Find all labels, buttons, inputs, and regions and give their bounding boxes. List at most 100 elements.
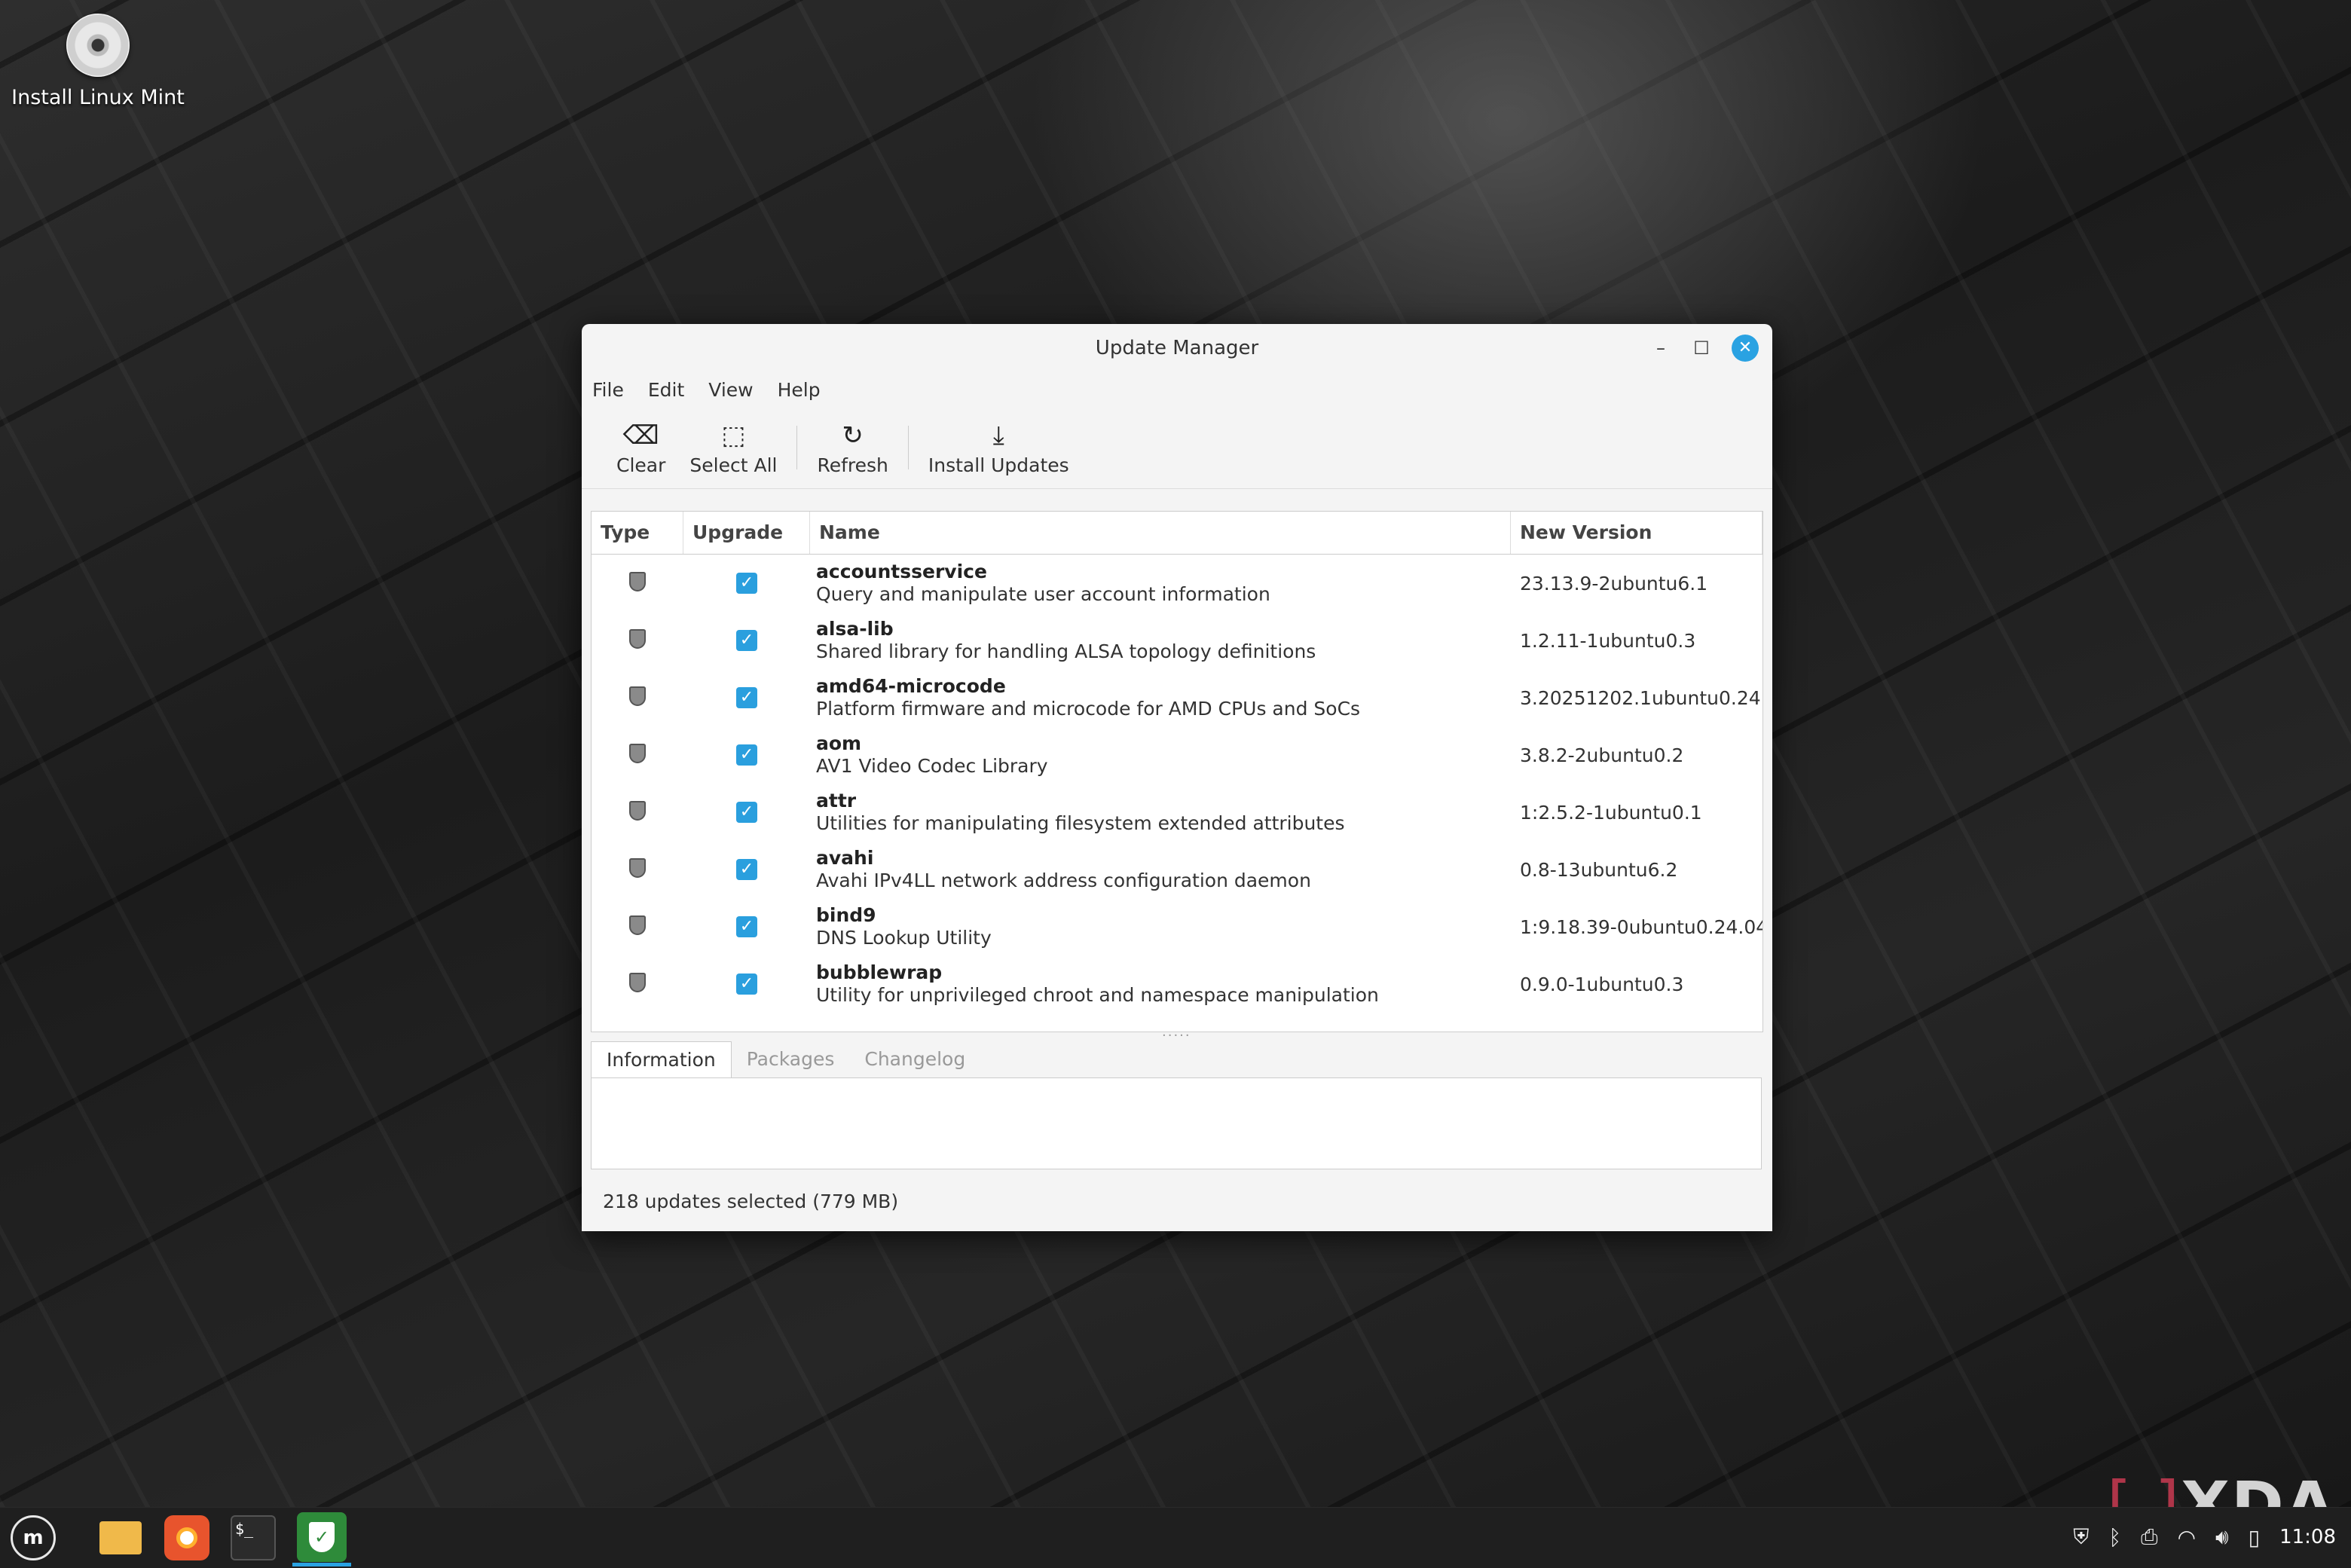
refresh-icon: ↻ — [842, 420, 864, 451]
clear-label: Clear — [616, 454, 666, 476]
package-name: bubblewrap — [816, 961, 943, 983]
upgrade-checkbox[interactable]: ✓ — [736, 859, 757, 880]
disc-icon — [66, 14, 130, 77]
download-icon: ⤓ — [992, 420, 1004, 451]
security-update-icon — [629, 686, 646, 706]
toolbar: ⌫ Clear ⬚ Select All ↻ Refresh ⤓ Install… — [582, 407, 1772, 489]
table-row[interactable]: ✓ amd64-microcode Platform firmware and … — [592, 669, 1762, 726]
package-name: attr — [816, 790, 857, 812]
package-version: 0.9.0-1ubuntu0.3 — [1520, 973, 1684, 995]
column-header-name[interactable]: Name — [810, 512, 1511, 554]
table-row[interactable]: ✓ alsa-lib Shared library for handling A… — [592, 612, 1762, 669]
clear-icon: ⌫ — [622, 420, 659, 451]
battery-icon[interactable]: ▯ — [2249, 1525, 2260, 1550]
package-name: amd64-microcode — [816, 675, 1006, 697]
clock[interactable]: 11:08 — [2279, 1526, 2336, 1548]
table-header: Type Upgrade Name New Version — [592, 512, 1762, 555]
upgrade-checkbox[interactable]: ✓ — [736, 630, 757, 651]
install-linux-mint-desktop-icon[interactable]: Install Linux Mint — [8, 14, 188, 109]
status-bar-text: 218 updates selected (779 MB) — [603, 1191, 899, 1212]
update-shield-tray-icon[interactable]: ⛨ — [2073, 1524, 2089, 1550]
menu-view[interactable]: View — [708, 379, 753, 401]
package-description: Platform firmware and microcode for AMD … — [816, 698, 1361, 720]
security-update-icon — [629, 858, 646, 878]
close-button[interactable]: ✕ — [1732, 335, 1759, 362]
printer-icon[interactable]: ⎙ — [2141, 1524, 2157, 1550]
security-update-icon — [629, 572, 646, 591]
package-description: Utility for unprivileged chroot and name… — [816, 984, 1379, 1006]
toolbar-separator — [796, 426, 798, 469]
security-update-icon — [629, 973, 646, 992]
upgrade-checkbox[interactable]: ✓ — [736, 974, 757, 995]
table-row[interactable]: ✓ avahi Avahi IPv4LL network address con… — [592, 841, 1762, 898]
refresh-label: Refresh — [817, 454, 888, 476]
package-version: 3.8.2-2ubuntu0.2 — [1520, 744, 1684, 766]
desktop-icon-label: Install Linux Mint — [11, 86, 185, 109]
taskbar: m $_ ✓ — [0, 1507, 2351, 1568]
update-manager-taskbar-icon[interactable]: ✓ — [297, 1512, 347, 1562]
package-name: bind9 — [816, 904, 876, 926]
table-row[interactable]: ✓ attr Utilities for manipulating filesy… — [592, 784, 1762, 841]
menu-help[interactable]: Help — [778, 379, 821, 401]
window-title: Update Manager — [1095, 337, 1259, 359]
package-description: AV1 Video Codec Library — [816, 755, 1048, 777]
menu-file[interactable]: File — [592, 379, 624, 401]
table-row[interactable]: ✓ accountsservice Query and manipulate u… — [592, 555, 1762, 612]
column-header-new-version[interactable]: New Version — [1511, 512, 1762, 554]
package-description: Avahi IPv4LL network address configurati… — [816, 870, 1311, 891]
install-updates-button[interactable]: ⤓ Install Updates — [916, 420, 1081, 476]
maximize-button[interactable]: ☐ — [1688, 335, 1715, 362]
wifi-icon[interactable]: ◠ — [2178, 1525, 2196, 1550]
menu-edit[interactable]: Edit — [648, 379, 684, 401]
pane-resize-handle[interactable]: ····· — [1162, 1028, 1191, 1044]
security-update-icon — [629, 744, 646, 763]
security-update-icon — [629, 629, 646, 649]
tab-information[interactable]: Information — [591, 1041, 732, 1077]
select-all-icon: ⬚ — [721, 420, 746, 451]
package-version: 23.13.9-2ubuntu6.1 — [1520, 572, 1708, 594]
tab-packages[interactable]: Packages — [732, 1041, 850, 1077]
upgrade-checkbox[interactable]: ✓ — [736, 744, 757, 766]
select-all-button[interactable]: ⬚ Select All — [677, 420, 789, 476]
table-row[interactable]: ✓ aom AV1 Video Codec Library 3.8.2-2ubu… — [592, 726, 1762, 784]
column-header-type[interactable]: Type — [592, 512, 683, 554]
package-description: Utilities for manipulating filesystem ex… — [816, 812, 1345, 834]
updates-table[interactable]: Type Upgrade Name New Version ✓ accounts… — [591, 511, 1763, 1032]
active-window-indicator — [292, 1563, 351, 1566]
package-description: Query and manipulate user account inform… — [816, 583, 1270, 605]
package-version: 1:9.18.39-0ubuntu0.24.04. — [1520, 915, 1762, 938]
toolbar-separator — [907, 426, 909, 469]
mint-menu-icon[interactable]: m — [11, 1515, 56, 1560]
upgrade-checkbox[interactable]: ✓ — [736, 573, 757, 594]
menu-bar: File Edit View Help — [582, 372, 1772, 407]
information-panel — [591, 1077, 1762, 1169]
package-version: 3.20251202.1ubuntu0.24.0 — [1520, 686, 1762, 709]
package-name: aom — [816, 732, 862, 754]
upgrade-checkbox[interactable]: ✓ — [736, 802, 757, 823]
title-bar[interactable]: Update Manager – ☐ ✕ — [582, 324, 1772, 372]
package-version: 0.8-13ubuntu6.2 — [1520, 858, 1678, 881]
package-version: 1:2.5.2-1ubuntu0.1 — [1520, 801, 1702, 824]
select-all-label: Select All — [689, 454, 778, 476]
minimize-button[interactable]: – — [1647, 335, 1674, 362]
clear-button[interactable]: ⌫ Clear — [604, 420, 677, 476]
bluetooth-icon[interactable]: ᛒ — [2108, 1525, 2121, 1550]
install-updates-label: Install Updates — [928, 454, 1069, 476]
package-description: DNS Lookup Utility — [816, 927, 992, 949]
firefox-icon[interactable] — [164, 1515, 209, 1560]
column-header-upgrade[interactable]: Upgrade — [683, 512, 810, 554]
tab-changelog[interactable]: Changelog — [849, 1041, 980, 1077]
upgrade-checkbox[interactable]: ✓ — [736, 916, 757, 937]
table-row[interactable]: ✓ bind9 DNS Lookup Utility 1:9.18.39-0ub… — [592, 898, 1762, 955]
security-update-icon — [629, 801, 646, 821]
refresh-button[interactable]: ↻ Refresh — [805, 420, 900, 476]
package-description: Shared library for handling ALSA topolog… — [816, 640, 1316, 662]
terminal-icon[interactable]: $_ — [231, 1515, 276, 1560]
package-name: avahi — [816, 847, 874, 869]
files-icon[interactable] — [98, 1515, 143, 1560]
volume-icon[interactable]: 🔊︎ — [2215, 1524, 2229, 1550]
system-tray: ⛨ ᛒ ⎙ ◠ 🔊︎ ▯ 11:08 — [2073, 1507, 2336, 1567]
upgrade-checkbox[interactable]: ✓ — [736, 687, 757, 708]
update-manager-window: Update Manager – ☐ ✕ File Edit View Help… — [582, 324, 1772, 1231]
table-row[interactable]: ✓ bubblewrap Utility for unprivileged ch… — [592, 955, 1762, 1013]
